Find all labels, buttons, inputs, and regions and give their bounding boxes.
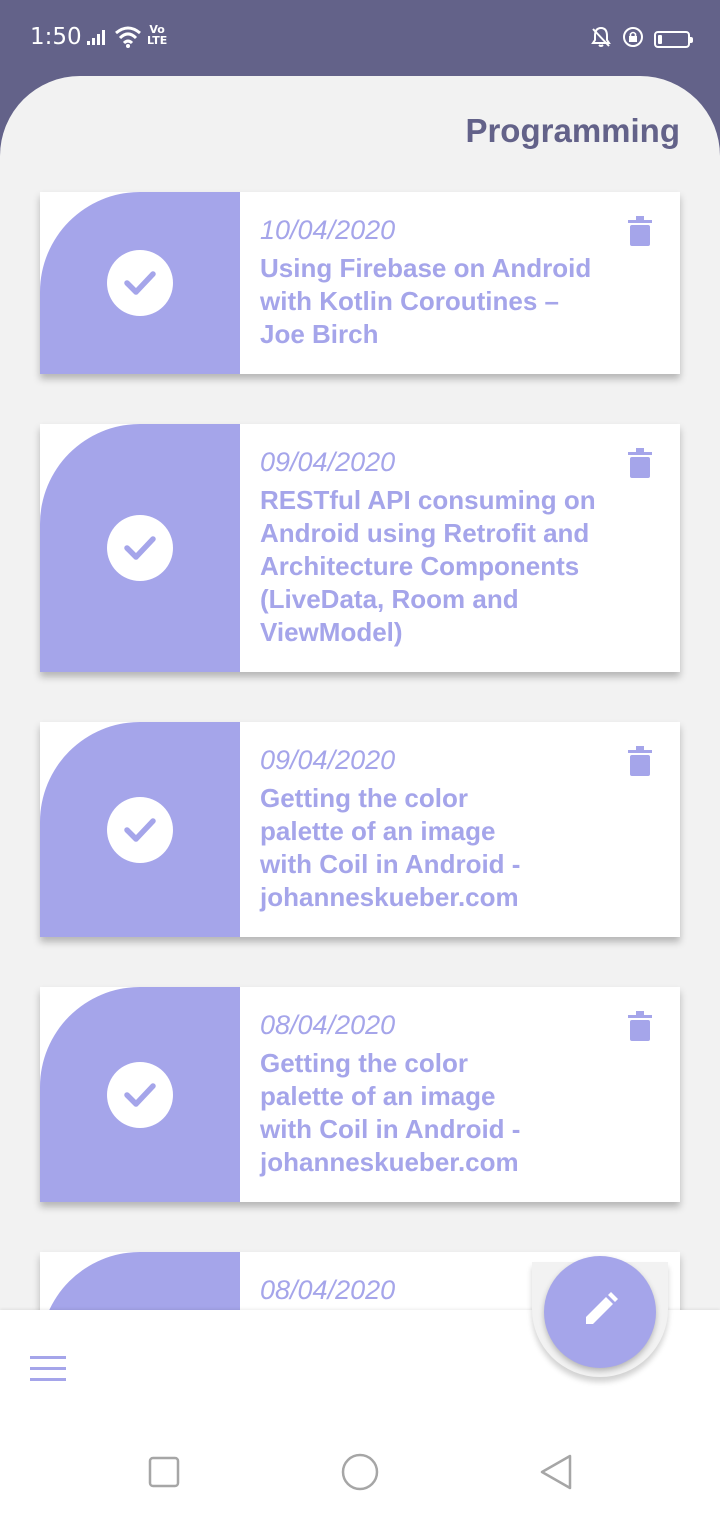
note-text: Getting the color palette of an image wi… — [260, 783, 521, 912]
page-title: Programming — [465, 112, 680, 149]
battery-icon — [654, 31, 693, 48]
trash-icon[interactable] — [628, 448, 652, 483]
note-date: 10/04/2020 — [260, 215, 396, 245]
note-card[interactable]: 09/04/2020 RESTful API consuming on Andr… — [40, 424, 680, 672]
trash-icon[interactable] — [628, 216, 652, 251]
home-icon[interactable] — [341, 1453, 379, 1496]
volte-bottom-label: LTE — [147, 34, 168, 47]
note-body: 08/04/2020 Getting the color palette of … — [260, 1009, 530, 1179]
volte-icon: Vo LTE — [147, 24, 167, 46]
status-bar: 1:50 Vo LTE — [0, 0, 720, 76]
status-right-icons — [590, 26, 693, 53]
note-body: 08/04/2020 — [260, 1274, 530, 1312]
note-date: 08/04/2020 — [260, 1010, 396, 1040]
note-text: Using Firebase on Android with Kotlin Co… — [260, 253, 592, 349]
note-body: 09/04/2020 RESTful API consuming on Andr… — [260, 446, 620, 649]
note-body: 10/04/2020 Using Firebase on Android wit… — [260, 214, 610, 351]
recents-icon[interactable] — [148, 1456, 180, 1493]
note-status-panel — [40, 722, 240, 937]
check-icon[interactable] — [107, 796, 173, 863]
note-status-panel — [40, 192, 240, 374]
bell-off-icon — [590, 26, 612, 53]
check-icon[interactable] — [107, 515, 173, 581]
edit-fab-button[interactable] — [544, 1256, 656, 1368]
note-status-panel — [40, 424, 240, 672]
lock-rotation-icon — [622, 26, 644, 53]
note-card[interactable]: 10/04/2020 Using Firebase on Android wit… — [40, 192, 680, 374]
note-text: RESTful API consuming on Android using R… — [260, 485, 596, 647]
note-card[interactable]: 08/04/2020 Getting the color palette of … — [40, 987, 680, 1202]
wifi-icon — [114, 26, 142, 53]
edit-icon — [580, 1290, 620, 1335]
status-time: 1:50 — [30, 24, 82, 50]
menu-icon[interactable] — [30, 1356, 66, 1387]
note-date: 08/04/2020 — [260, 1275, 396, 1305]
note-date: 09/04/2020 — [260, 745, 396, 775]
system-nav-bar — [0, 1440, 720, 1504]
battery-fill — [658, 35, 662, 44]
trash-icon[interactable] — [628, 746, 652, 781]
back-icon[interactable] — [538, 1453, 574, 1496]
note-body: 09/04/2020 Getting the color palette of … — [260, 744, 530, 914]
note-status-panel — [40, 987, 240, 1202]
signal-icon — [87, 28, 109, 51]
note-date: 09/04/2020 — [260, 447, 396, 477]
note-text: Getting the color palette of an image wi… — [260, 1048, 521, 1177]
trash-icon[interactable] — [628, 1011, 652, 1046]
check-icon[interactable] — [107, 250, 173, 316]
note-card[interactable]: 09/04/2020 Getting the color palette of … — [40, 722, 680, 937]
check-icon[interactable] — [107, 1061, 173, 1128]
